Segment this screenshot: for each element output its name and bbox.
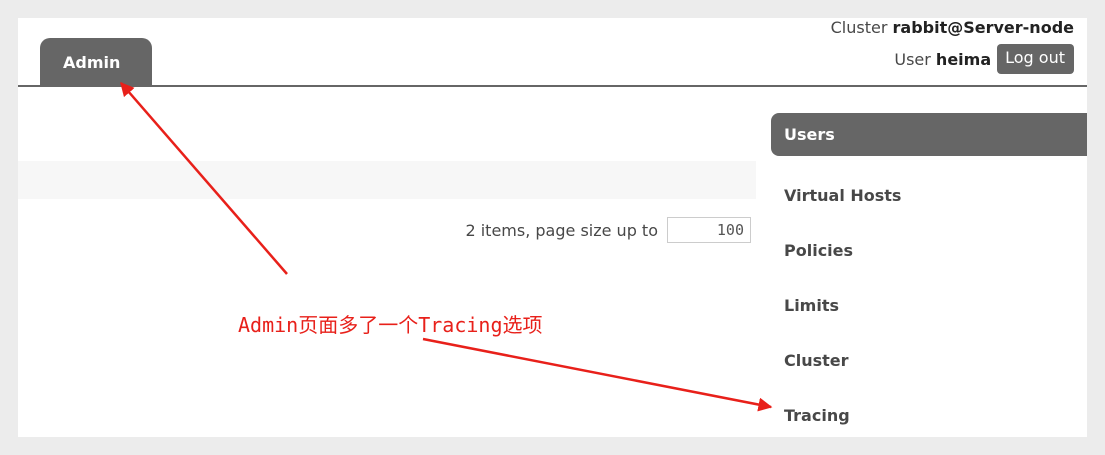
pagination: 2 items, page size up to xyxy=(18,215,751,245)
sidebar-item-label: Virtual Hosts xyxy=(784,186,902,205)
sidebar-item-label: Policies xyxy=(784,241,854,260)
sidebar-item-label: Limits xyxy=(784,296,840,315)
cluster-info: Cluster rabbit@Server-node xyxy=(831,18,1074,37)
sidebar-item-label: Users xyxy=(784,125,835,144)
admin-panel: Admin Cluster rabbit@Server-node User he… xyxy=(18,18,1087,437)
arrow-to-tracing xyxy=(422,337,773,412)
annotation-text: Admin页面多了一个Tracing选项 xyxy=(238,313,543,337)
header-divider xyxy=(18,85,1087,87)
pagination-text: 2 items, page size up to xyxy=(465,220,658,240)
tab-admin-label: Admin xyxy=(63,53,121,72)
user-name: heima xyxy=(935,49,992,69)
cluster-prefix: Cluster xyxy=(830,18,888,37)
sidebar-item-cluster[interactable]: Cluster xyxy=(771,333,1087,388)
sidebar-item-label: Tracing xyxy=(784,406,850,425)
page-size-input[interactable] xyxy=(667,217,751,243)
sidebar-item-users[interactable]: Users xyxy=(771,113,1087,156)
tab-admin[interactable]: Admin xyxy=(40,38,152,87)
sidebar-item-policies[interactable]: Policies xyxy=(771,223,1087,278)
sidebar-item-label: Cluster xyxy=(784,351,849,370)
sidebar-item-limits[interactable]: Limits xyxy=(771,278,1087,333)
cluster-name: rabbit@Server-node xyxy=(892,18,1075,37)
sidebar-item-tracing[interactable]: Tracing xyxy=(771,388,1087,437)
section-bar xyxy=(18,161,756,199)
logout-button[interactable]: Log out xyxy=(997,44,1074,74)
user-info: User heima Log out xyxy=(894,44,1074,74)
sidebar-item-virtual-hosts[interactable]: Virtual Hosts xyxy=(771,168,1087,223)
user-prefix: User xyxy=(894,49,931,69)
sidebar-nav: Users Virtual Hosts Policies Limits Clus… xyxy=(771,113,1087,437)
